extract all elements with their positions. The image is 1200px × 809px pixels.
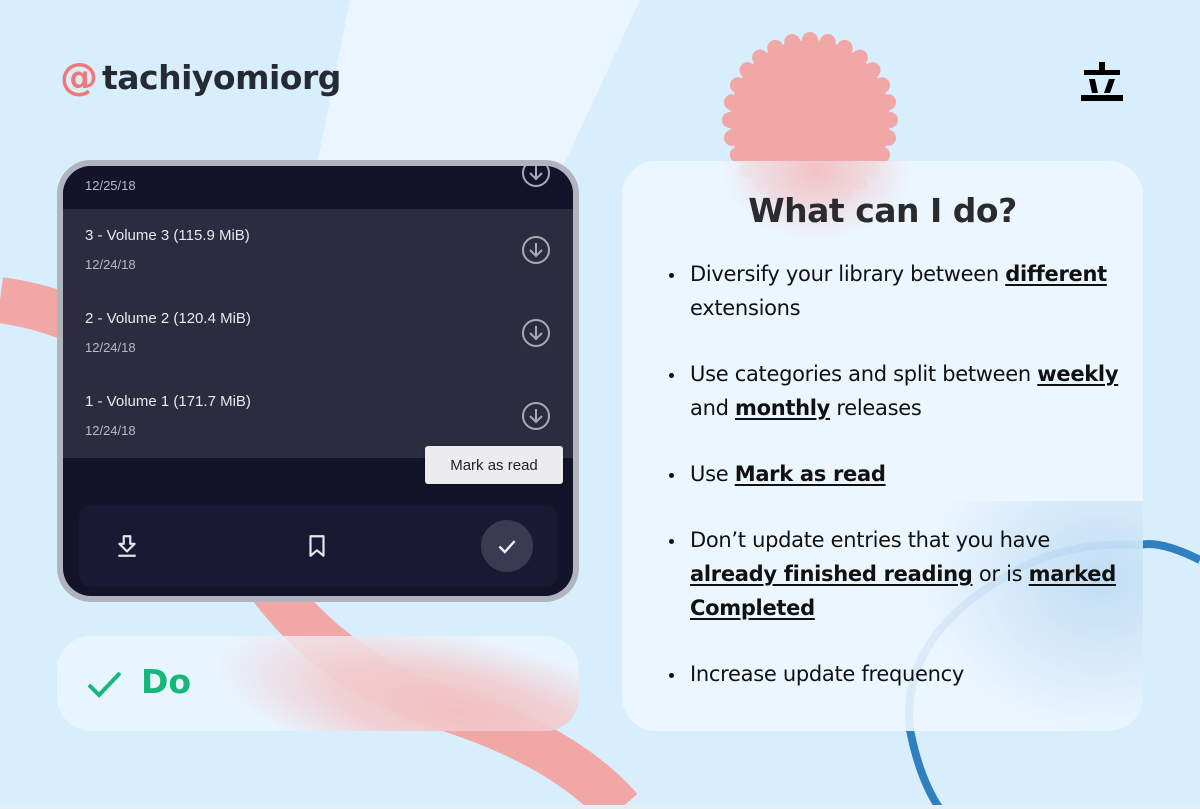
download-circle-icon[interactable]: [521, 401, 551, 431]
chapter-date: 12/25/18: [85, 178, 136, 193]
tip-emphasis: already finished reading: [690, 562, 973, 586]
tip-text: Increase update frequency: [690, 662, 965, 686]
tip-item: Use Mark as read: [666, 457, 1126, 491]
tip-text: extensions: [690, 296, 801, 320]
chapter-title: 1 - Volume 1 (171.7 MiB): [85, 393, 251, 410]
tip-text: and: [690, 396, 735, 420]
tip-item: Diversify your library between different…: [666, 257, 1126, 325]
tip-text: or is: [972, 562, 1029, 586]
download-circle-icon[interactable]: [521, 318, 551, 348]
chapter-row[interactable]: 2 - Volume 2 (120.4 MiB) 12/24/18: [63, 292, 573, 375]
mark-as-read-tooltip: Mark as read: [425, 446, 563, 484]
chapter-date: 12/24/18: [85, 257, 136, 272]
tip-text: releases: [830, 396, 922, 420]
selection-action-bar: [79, 505, 557, 587]
chapter-row-partial[interactable]: 12/25/18: [63, 166, 573, 209]
brand-handle: @ tachiyomiorg: [60, 58, 341, 96]
download-circle-icon[interactable]: [521, 235, 551, 265]
tip-text: Use: [690, 462, 735, 486]
bottom-edge: [0, 805, 1200, 809]
decorative-blur: [197, 636, 579, 731]
tip-emphasis: different: [1005, 262, 1107, 286]
chapter-row[interactable]: 3 - Volume 3 (115.9 MiB) 12/24/18: [63, 209, 573, 292]
tachiyomi-logo-icon: [1081, 62, 1123, 101]
tip-emphasis: monthly: [734, 396, 831, 420]
check-icon: [498, 540, 516, 554]
tip-item: Use categories and split between weekly …: [666, 357, 1126, 425]
tip-item: Don’t update entries that you have alrea…: [666, 523, 1126, 625]
chapter-list: 3 - Volume 3 (115.9 MiB) 12/24/18 2 - Vo…: [63, 209, 573, 458]
tip-emphasis: Mark as read: [734, 462, 886, 486]
chapter-date: 12/24/18: [85, 423, 136, 438]
phone-mockup: 12/25/18 3 - Volume 3 (115.9 MiB) 12/24/…: [57, 160, 579, 602]
tips-title: What can I do?: [748, 191, 1017, 230]
download-circle-icon[interactable]: [521, 166, 551, 188]
chapter-title: 2 - Volume 2 (120.4 MiB): [85, 310, 251, 327]
chapter-title: 3 - Volume 3 (115.9 MiB): [85, 227, 250, 244]
tip-text: Diversify your library between: [690, 262, 1006, 286]
verdict-card: Do: [57, 636, 579, 731]
chapter-list-screen: 12/25/18 3 - Volume 3 (115.9 MiB) 12/24/…: [63, 166, 573, 596]
tips-list: Diversify your library between different…: [666, 257, 1126, 723]
mark-as-read-button[interactable]: [481, 520, 533, 572]
download-icon: [118, 535, 136, 557]
verdict-label: Do: [141, 662, 192, 701]
tips-card: What can I do? Diversify your library be…: [622, 161, 1143, 731]
at-icon: @: [60, 55, 98, 99]
tip-item: Increase update frequency: [666, 657, 1126, 691]
tip-text: Don’t update entries that you have: [690, 528, 1050, 552]
tip-text: Use categories and split between: [690, 362, 1038, 386]
check-icon: [87, 671, 122, 698]
tip-emphasis: weekly: [1037, 362, 1119, 386]
chapter-date: 12/24/18: [85, 340, 136, 355]
download-button[interactable]: [107, 526, 147, 566]
brand-name: tachiyomiorg: [102, 57, 341, 97]
bookmark-icon: [309, 535, 325, 557]
bookmark-button[interactable]: [297, 526, 337, 566]
